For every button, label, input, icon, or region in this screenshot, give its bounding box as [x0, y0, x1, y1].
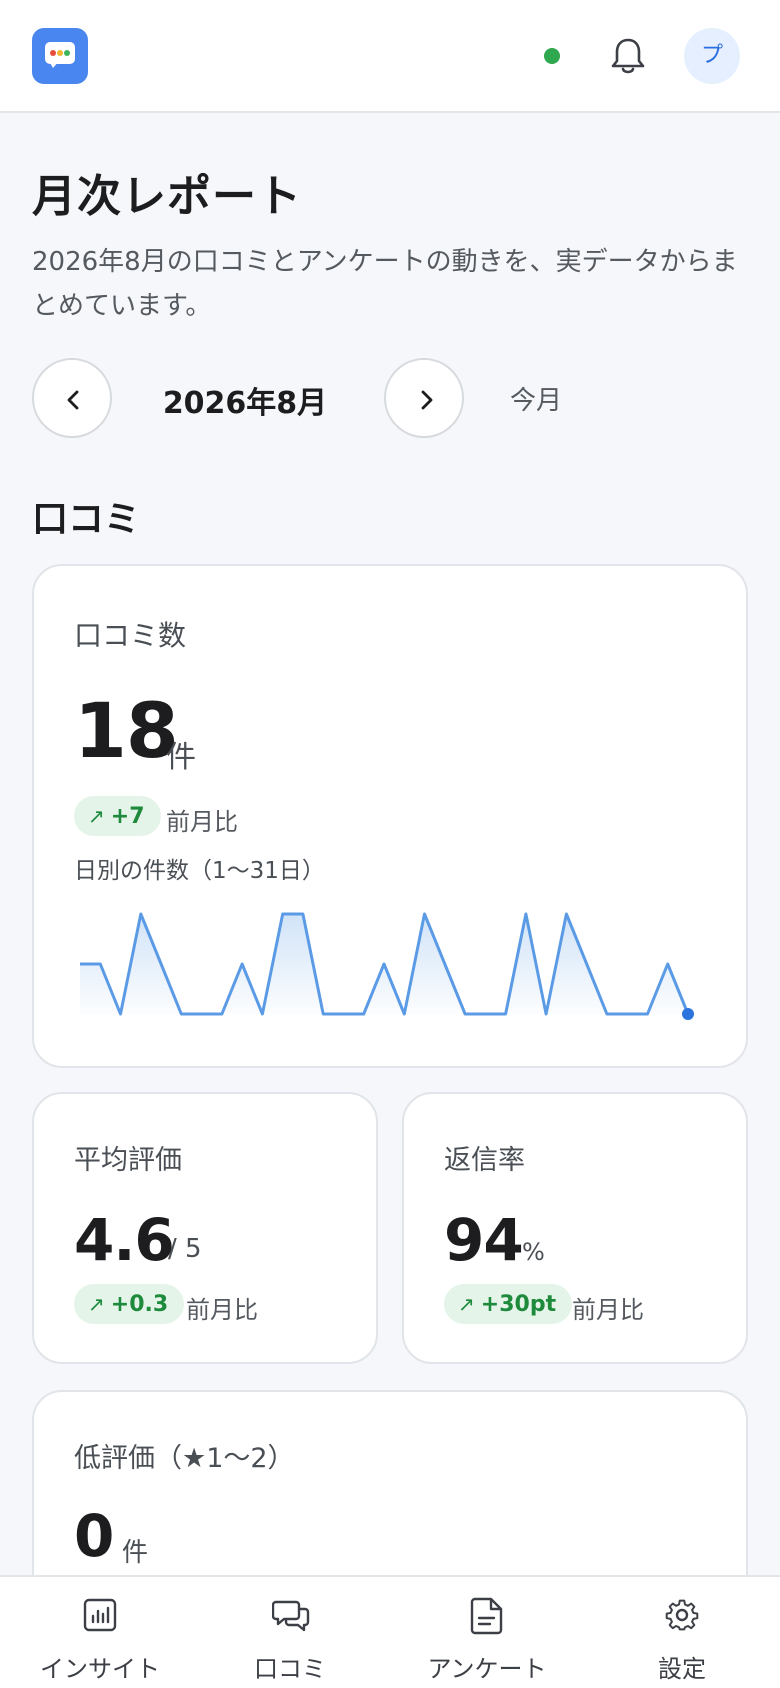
nav-label-settings: 設定: [658, 1655, 706, 1683]
sparkline-last-point: [682, 1008, 694, 1020]
nav-label-surveys: アンケート: [427, 1655, 547, 1683]
document-icon: [470, 1597, 503, 1635]
trend-up-arrow-icon: ↗: [88, 1292, 105, 1316]
nav-item-insights[interactable]: インサイト: [20, 1577, 180, 1688]
yellow-dot: [57, 50, 63, 56]
prev-month-button[interactable]: [32, 358, 112, 438]
nav-item-reviews[interactable]: 口コミ: [230, 1577, 350, 1688]
reviews-section-title: 口コミ: [32, 499, 141, 540]
review-count-delta: +7: [110, 804, 145, 829]
reply-rate-value: 94: [444, 1206, 524, 1274]
nav-item-settings[interactable]: 設定: [622, 1577, 742, 1688]
reply-rate-delta-badge: ↗ +30pt: [444, 1284, 573, 1324]
chevron-left-icon: [67, 390, 79, 410]
gear-icon: [665, 1599, 699, 1631]
trend-up-arrow-icon: ↗: [458, 1292, 475, 1316]
connection-status-dot: [544, 48, 560, 64]
nav-label-insights: インサイト: [40, 1655, 160, 1683]
avg-rating-value: 4.6: [74, 1206, 175, 1274]
reply-rate-delta: +30pt: [480, 1292, 557, 1317]
app-logo-icon[interactable]: [32, 28, 88, 84]
page-title: 月次レポート: [32, 171, 302, 222]
chat-bubble-tail: [49, 61, 59, 68]
review-count-card: 口コミ数 18 件 ↗ +7 前月比 日別の件数（1〜31日）: [32, 564, 748, 1068]
chevron-right-icon: [421, 390, 433, 410]
review-count-compare-label: 前月比: [166, 808, 238, 836]
avg-rating-compare-label: 前月比: [186, 1296, 258, 1324]
daily-chart-caption: 日別の件数（1〜31日）: [74, 858, 325, 884]
review-count-delta-badge: ↗ +7: [74, 796, 161, 836]
this-month-link[interactable]: 今月: [510, 380, 562, 417]
red-dot: [50, 50, 56, 56]
chat-bubbles-icon: [272, 1600, 310, 1632]
bottom-navigation: インサイト 口コミ アンケート 設定: [0, 1575, 780, 1688]
reply-rate-label: 返信率: [444, 1145, 525, 1176]
avg-rating-delta: +0.3: [110, 1292, 169, 1317]
reply-rate-unit: %: [522, 1238, 545, 1266]
trend-up-arrow-icon: ↗: [88, 804, 105, 828]
reply-rate-card: 返信率 94 % ↗ +30pt 前月比: [402, 1092, 748, 1364]
review-count-value: 18: [74, 686, 179, 775]
bell-icon[interactable]: [609, 36, 647, 76]
daily-review-sparkline: [80, 912, 694, 1020]
avg-rating-label: 平均評価: [74, 1145, 182, 1176]
green-dot: [64, 50, 70, 56]
review-count-label: 口コミ数: [74, 619, 187, 652]
avg-rating-unit: / 5: [168, 1234, 202, 1264]
nav-item-surveys[interactable]: アンケート: [407, 1577, 567, 1688]
current-month-label: 2026年8月: [162, 386, 328, 421]
low-rating-label: 低評価（★1〜2）: [74, 1443, 295, 1474]
top-header: プ: [0, 0, 780, 113]
app-root: プ 月次レポート 2026年8月の口コミとアンケートの動きを、実データからまとめ…: [0, 0, 780, 1688]
reply-rate-compare-label: 前月比: [572, 1296, 644, 1324]
bar-chart-icon: [83, 1598, 117, 1632]
review-count-unit: 件: [166, 740, 196, 775]
page-description: 2026年8月の口コミとアンケートの動きを、実データからまとめています。: [32, 247, 738, 321]
avg-rating-delta-badge: ↗ +0.3: [74, 1284, 185, 1324]
nav-label-reviews: 口コミ: [254, 1655, 326, 1683]
user-avatar[interactable]: プ: [684, 28, 740, 84]
next-month-button[interactable]: [384, 358, 464, 438]
low-rating-unit: 件: [122, 1538, 149, 1568]
low-rating-value: 0: [74, 1502, 114, 1570]
avg-rating-card: 平均評価 4.6 / 5 ↗ +0.3 前月比: [32, 1092, 378, 1364]
